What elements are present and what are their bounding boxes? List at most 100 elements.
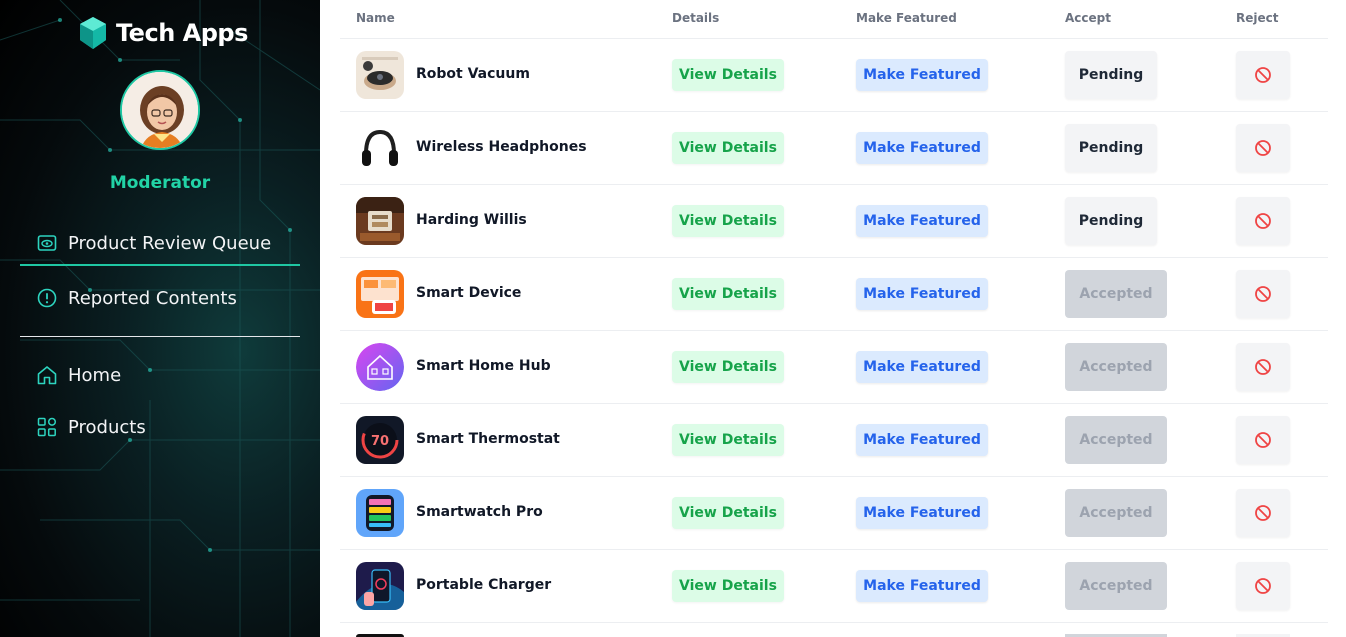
nav-label: Home (68, 364, 122, 386)
table-row-partial (340, 623, 1328, 637)
alert-circle-icon (36, 287, 58, 309)
avatar[interactable] (120, 70, 200, 150)
table-row: Smartwatch Pro View Details Make Feature… (340, 477, 1328, 550)
user-role: Moderator (109, 173, 211, 193)
product-name: Smart Home Hub (416, 358, 551, 374)
make-featured-button[interactable]: Make Featured (856, 132, 988, 164)
table-row: Smart Home Hub View Details Make Feature… (340, 331, 1328, 404)
header-make-featured: Make Featured (856, 11, 957, 25)
product-name: Smartwatch Pro (416, 504, 543, 520)
review-table: Name Details Make Featured Accept Reject… (340, 0, 1328, 637)
ban-icon (1255, 213, 1271, 229)
robot-vacuum-icon (356, 51, 404, 99)
make-featured-button[interactable]: Make Featured (856, 497, 988, 529)
nav-home[interactable]: Home (20, 353, 300, 397)
user-avatar-icon (122, 72, 198, 148)
accept-button: Accepted (1065, 489, 1167, 537)
make-featured-button[interactable]: Make Featured (856, 205, 988, 237)
nav-product-review-queue[interactable]: Product Review Queue (20, 222, 300, 266)
nav-label: Product Review Queue (68, 232, 272, 254)
accept-button[interactable]: Pending (1065, 124, 1157, 172)
smartwatch-icon (356, 489, 404, 537)
accept-button: Accepted (1065, 416, 1167, 464)
nav-label: Products (68, 416, 146, 438)
product-name: Harding Willis (416, 212, 527, 228)
header-accept: Accept (1065, 11, 1111, 25)
sidebar: Tech Apps Moderator Product Review Queue (0, 0, 320, 637)
reject-button[interactable] (1236, 416, 1290, 464)
table-row: Robot Vacuum View Details Make Featured … (340, 39, 1328, 112)
view-details-button[interactable]: View Details (672, 424, 784, 456)
ban-icon (1255, 286, 1271, 302)
reject-button[interactable] (1236, 562, 1290, 610)
header-name: Name (356, 11, 395, 25)
product-thumbnail (356, 343, 404, 391)
product-thumbnail (356, 51, 404, 99)
product-thumbnail (356, 197, 404, 245)
view-details-button[interactable]: View Details (672, 278, 784, 310)
smart-home-hub-icon (356, 343, 404, 391)
reject-button[interactable] (1236, 270, 1290, 318)
product-name: Wireless Headphones (416, 139, 587, 155)
ban-icon (1255, 505, 1271, 521)
app-title: Tech Apps (116, 19, 248, 47)
product-thumbnail (356, 124, 404, 172)
header-reject: Reject (1236, 11, 1279, 25)
nav-products[interactable]: Products (20, 405, 300, 449)
table-row: Portable Charger View Details Make Featu… (340, 550, 1328, 623)
accept-button: Accepted (1065, 270, 1167, 318)
reject-button[interactable] (1236, 51, 1290, 99)
table-row: Wireless Headphones View Details Make Fe… (340, 112, 1328, 185)
ban-icon (1255, 67, 1271, 83)
home-icon (36, 364, 58, 386)
view-details-button[interactable]: View Details (672, 570, 784, 602)
product-thumbnail: 70 (356, 416, 404, 464)
accept-button: Accepted (1065, 343, 1167, 391)
product-thumbnail (356, 489, 404, 537)
grid-icon (36, 416, 58, 438)
make-featured-button[interactable]: Make Featured (856, 278, 988, 310)
accept-button[interactable]: Pending (1065, 51, 1157, 99)
view-details-button[interactable]: View Details (672, 132, 784, 164)
product-thumbnail (356, 562, 404, 610)
reject-button[interactable] (1236, 124, 1290, 172)
ban-icon (1255, 359, 1271, 375)
thermostat-reading: 70 (371, 434, 389, 449)
headphones-icon (356, 124, 404, 172)
ban-icon (1255, 432, 1271, 448)
nav-reported-contents[interactable]: Reported Contents (20, 276, 300, 320)
ban-icon (1255, 578, 1271, 594)
accept-button[interactable]: Pending (1065, 197, 1157, 245)
table-row: Smart Device View Details Make Featured … (340, 258, 1328, 331)
gem-logo-icon (80, 17, 106, 49)
portable-charger-icon (356, 562, 404, 610)
product-name: Smart Thermostat (416, 431, 560, 447)
thermostat-icon: 70 (356, 416, 404, 464)
reject-button[interactable] (1236, 197, 1290, 245)
view-details-button[interactable]: View Details (672, 351, 784, 383)
nav-divider (20, 336, 300, 337)
make-featured-button[interactable]: Make Featured (856, 570, 988, 602)
product-photo-icon (356, 197, 404, 245)
make-featured-button[interactable]: Make Featured (856, 424, 988, 456)
reject-button[interactable] (1236, 343, 1290, 391)
table-row: 70 Smart Thermostat View Details Make Fe… (340, 404, 1328, 477)
product-name: Portable Charger (416, 577, 552, 593)
header-details: Details (672, 11, 720, 25)
ban-icon (1255, 140, 1271, 156)
eye-icon (36, 232, 58, 254)
product-name: Robot Vacuum (416, 66, 530, 82)
table-header: Name Details Make Featured Accept Reject (340, 0, 1328, 39)
brand[interactable]: Tech Apps (78, 16, 248, 50)
product-name: Smart Device (416, 285, 522, 301)
make-featured-button[interactable]: Make Featured (856, 351, 988, 383)
reject-button[interactable] (1236, 489, 1290, 537)
nav-label: Reported Contents (68, 287, 237, 309)
product-thumbnail (356, 270, 404, 318)
view-details-button[interactable]: View Details (672, 205, 784, 237)
accept-button: Accepted (1065, 562, 1167, 610)
view-details-button[interactable]: View Details (672, 497, 784, 529)
table-row: Harding Willis View Details Make Feature… (340, 185, 1328, 258)
make-featured-button[interactable]: Make Featured (856, 59, 988, 91)
view-details-button[interactable]: View Details (672, 59, 784, 91)
